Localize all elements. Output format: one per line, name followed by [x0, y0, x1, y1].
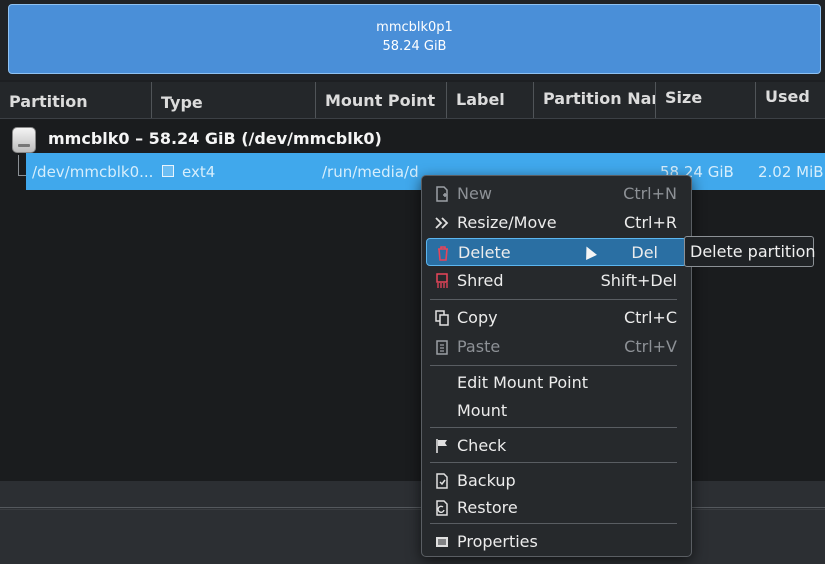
partition-type: ext4 — [182, 163, 216, 181]
bottom-panel — [0, 481, 825, 564]
menu-separator — [430, 365, 677, 366]
shred-icon — [434, 273, 450, 289]
partition-bar-mmcblk0p1[interactable]: mmcblk0p1 58.24 GiB — [8, 4, 821, 74]
new-icon — [434, 186, 450, 202]
col-label[interactable]: Label — [447, 82, 534, 118]
partition-mount-point: /run/media/d — [322, 163, 419, 181]
paste-icon — [434, 339, 450, 355]
divider — [0, 507, 825, 508]
properties-icon — [434, 534, 450, 550]
menu-item-delete[interactable]: Delete Del — [426, 238, 687, 266]
menu-item-restore[interactable]: Restore — [426, 494, 687, 522]
menu-separator — [430, 427, 677, 428]
menu-separator — [430, 462, 677, 463]
filesystem-color-swatch — [162, 165, 174, 177]
delete-tooltip: Delete partition — [684, 236, 816, 267]
partition-bar-name: mmcblk0p1 — [376, 20, 453, 35]
column-header-row: Partition Type Mount Point Label Partiti… — [0, 82, 825, 119]
menu-item-copy[interactable]: Copy Ctrl+C — [426, 304, 687, 332]
menu-item-edit-mount-point[interactable]: Edit Mount Point — [426, 369, 687, 397]
menu-item-check[interactable]: Check — [426, 432, 687, 460]
col-mount-point[interactable]: Mount Point — [316, 82, 447, 118]
menu-item-resize-move[interactable]: Resize/Move Ctrl+R — [426, 209, 687, 237]
partition-tree: mmcblk0 – 58.24 GiB (/dev/mmcblk0) /dev/… — [0, 119, 825, 481]
col-partition[interactable]: Partition — [0, 82, 152, 118]
menu-item-shred[interactable]: Shred Shift+Del — [426, 267, 687, 295]
menu-separator — [430, 523, 677, 524]
partition-bar-size: 58.24 GiB — [382, 39, 447, 54]
col-type[interactable]: Type — [152, 82, 316, 118]
resize-move-icon — [434, 215, 450, 231]
menu-item-mount[interactable]: Mount — [426, 397, 687, 425]
trash-icon — [435, 245, 451, 261]
partition-used: 2.02 MiB — [758, 163, 824, 181]
disk-label: mmcblk0 – 58.24 GiB (/dev/mmcblk0) — [48, 129, 382, 148]
col-used[interactable]: Used — [756, 82, 825, 118]
col-partition-name[interactable]: Partition Nam — [534, 82, 656, 118]
disk-drive-icon — [12, 127, 36, 153]
menu-separator — [430, 299, 677, 300]
context-menu: New Ctrl+N Resize/Move Ctrl+R Delete Del… — [421, 175, 692, 557]
menu-item-new[interactable]: New Ctrl+N — [426, 180, 687, 208]
menu-item-paste[interactable]: Paste Ctrl+V — [426, 333, 687, 361]
copy-icon — [434, 310, 450, 326]
flag-icon — [434, 438, 450, 454]
restore-icon — [434, 500, 450, 516]
partition-map-area: mmcblk0p1 58.24 GiB — [0, 0, 825, 80]
col-size[interactable]: Size — [656, 82, 756, 118]
divider — [0, 509, 825, 510]
menu-item-properties[interactable]: Properties — [426, 528, 687, 556]
menu-item-backup[interactable]: Backup — [426, 467, 687, 495]
backup-icon — [434, 473, 450, 489]
partition-path: /dev/mmcblk0... — [32, 163, 154, 181]
